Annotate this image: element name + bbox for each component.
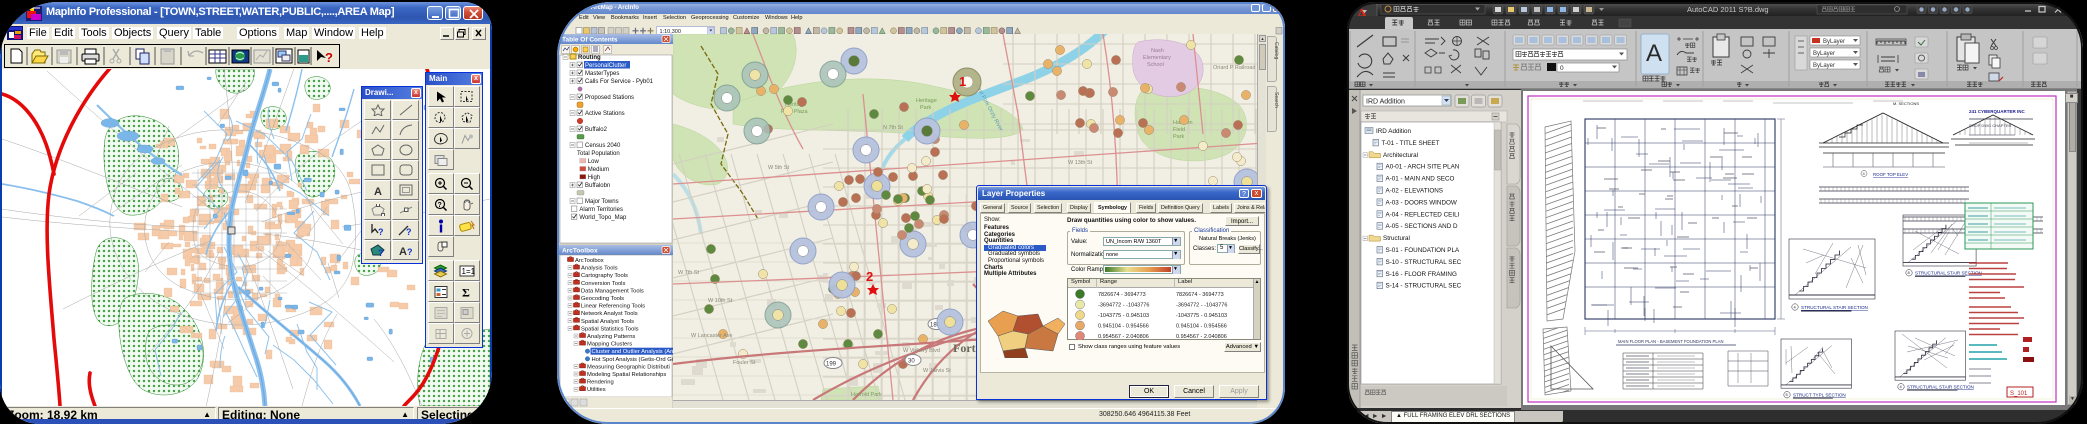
svg-text:?: ? bbox=[378, 248, 384, 257]
svg-text:A: A bbox=[399, 246, 407, 257]
svg-text:?: ? bbox=[438, 202, 442, 209]
svg-text:?: ? bbox=[378, 227, 384, 237]
svg-text:?: ? bbox=[407, 247, 413, 257]
svg-text:Σ: Σ bbox=[462, 285, 470, 298]
svg-text:?: ? bbox=[325, 50, 333, 65]
svg-text:A: A bbox=[374, 186, 382, 196]
svg-text:?: ? bbox=[406, 227, 412, 237]
svg-text:1=1: 1=1 bbox=[462, 267, 476, 276]
